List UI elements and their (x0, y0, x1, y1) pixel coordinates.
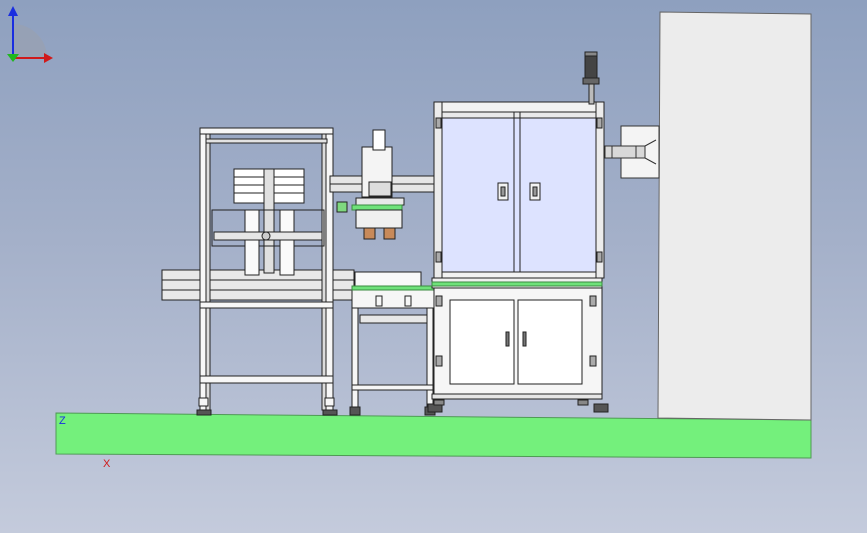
x-axis-label: X (103, 458, 111, 470)
z-axis-label: Z (59, 415, 66, 427)
signal-tower (582, 51, 600, 105)
cabinet-base (427, 277, 609, 413)
wall-bracket (604, 125, 660, 179)
wall-panel (657, 11, 812, 421)
model-canvas[interactable] (0, 0, 867, 533)
floor-plane (55, 412, 812, 459)
conveyor-table (349, 271, 437, 416)
coordinate-triad-icon (7, 6, 53, 63)
bottle-loading-frame (161, 127, 355, 416)
cad-viewport[interactable]: Z X (0, 0, 867, 533)
capping-head (329, 129, 435, 240)
enclosed-machine-cabinet (433, 101, 605, 279)
